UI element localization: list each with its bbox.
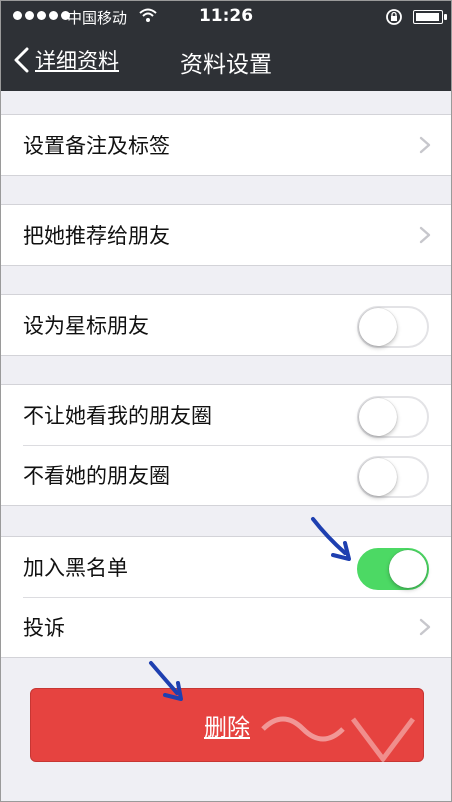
status-time: 11:26 (198, 6, 254, 26)
settings-row-hide-my-moments: 不让她看我的朋友圈 (1, 385, 451, 445)
settings-row-recommend[interactable]: 把她推荐给朋友 (1, 205, 451, 265)
hide-my-moments-toggle[interactable] (357, 396, 429, 438)
rotation-lock-icon (386, 9, 402, 25)
watermark-logo-icon (261, 716, 415, 764)
blacklist-toggle[interactable] (357, 548, 429, 590)
settings-row-hide-her-moments: 不看她的朋友圈 (1, 445, 451, 505)
delete-button-label: 删除 (204, 715, 250, 741)
settings-row-star-friend: 设为星标朋友 (1, 295, 451, 355)
chevron-right-icon (419, 226, 431, 244)
hide-her-moments-toggle[interactable] (357, 456, 429, 498)
top-bar: 中国移动 11:26 详细资料 资料设置 (1, 1, 451, 91)
row-label: 设置备注及标签 (23, 134, 170, 158)
settings-group-star: 设为星标朋友 (1, 294, 451, 356)
page-title: 资料设置 (180, 52, 272, 78)
row-label: 设为星标朋友 (23, 314, 149, 338)
annotation-arrow-icon (149, 661, 183, 701)
settings-row-report[interactable]: 投诉 (1, 597, 451, 657)
phone-screen: 中国移动 11:26 详细资料 资料设置 设置备注及标签 把她推荐给朋友 设为星… (0, 0, 452, 802)
navigation-bar: 详细资料 资料设置 (1, 33, 451, 91)
settings-group-blacklist: 加入黑名单 投诉 (1, 536, 451, 658)
status-bar: 中国移动 11:26 (1, 1, 451, 33)
row-label: 不让她看我的朋友圈 (23, 404, 212, 428)
row-label: 投诉 (23, 616, 65, 640)
row-label: 不看她的朋友圈 (23, 464, 170, 488)
settings-row-remark-tags[interactable]: 设置备注及标签 (1, 115, 451, 175)
row-label: 把她推荐给朋友 (23, 224, 170, 248)
row-label: 加入黑名单 (23, 556, 128, 580)
annotation-arrow-icon (311, 517, 351, 561)
settings-group-recommend: 把她推荐给朋友 (1, 204, 451, 266)
settings-group-moments: 不让她看我的朋友圈 不看她的朋友圈 (1, 384, 451, 506)
chevron-right-icon (419, 136, 431, 154)
chevron-right-icon (419, 618, 431, 636)
star-friend-toggle[interactable] (357, 306, 429, 348)
settings-group-remark: 设置备注及标签 (1, 114, 451, 176)
settings-row-blacklist: 加入黑名单 (1, 537, 451, 597)
battery-icon (413, 10, 447, 24)
